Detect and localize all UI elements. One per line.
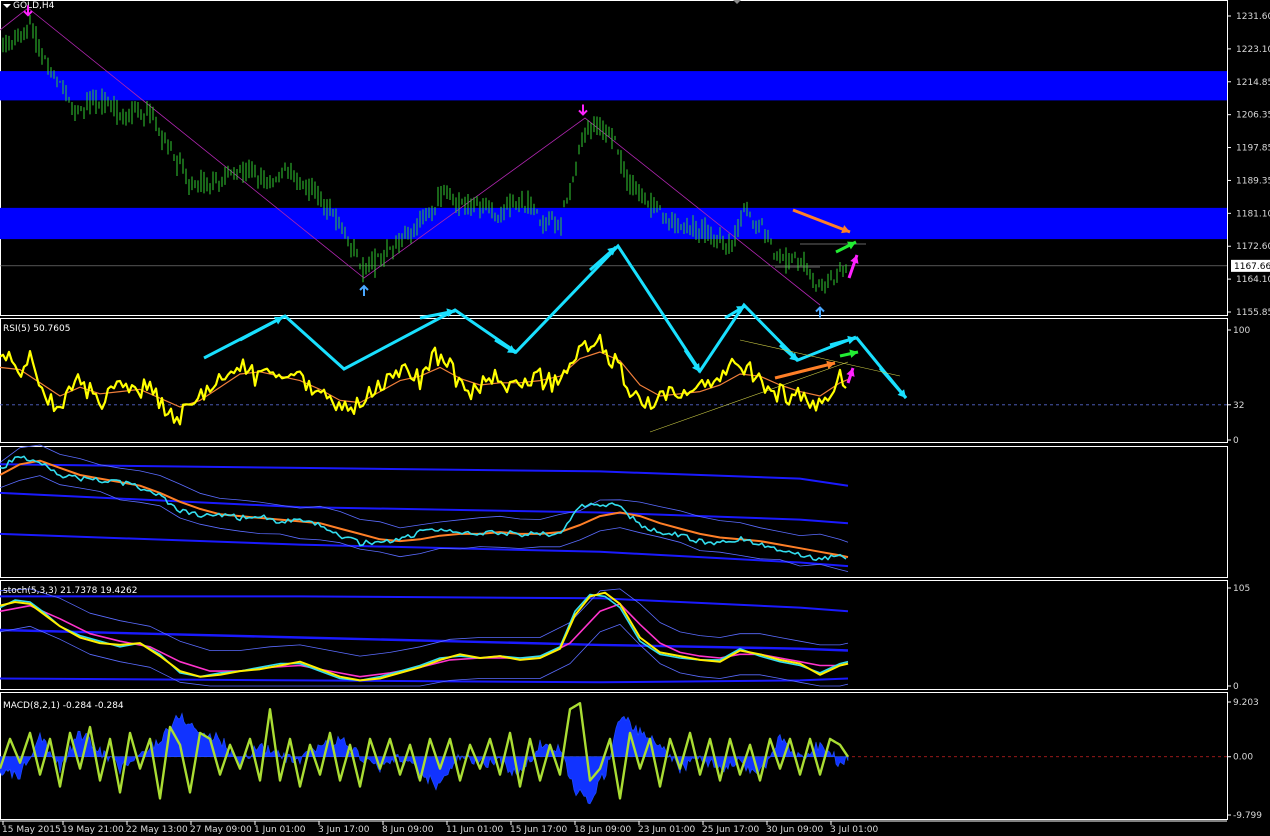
top-marker-icon — [733, 0, 741, 4]
macd-tick-label: 0.00 — [1233, 753, 1253, 763]
stoch-tick-label: 105 — [1233, 584, 1250, 594]
symbol-label: GOLD,H4 — [13, 1, 55, 11]
symbol-dropdown-icon — [3, 4, 11, 8]
macd-histogram — [0, 712, 849, 805]
time-tick-label: 8 Jun 09:00 — [382, 825, 434, 835]
time-tick-label: 25 Jun 17:00 — [702, 825, 759, 835]
time-tick-label: 23 Jun 01:00 — [638, 825, 695, 835]
price-tick-label: 1197.85 — [1236, 144, 1270, 154]
trading-chart: GOLD,H4 RSI(5) 50.7605 MACD(8,2,1) -0.28… — [0, 0, 1270, 835]
stoch-title: stoch(5,3,3) 21.7378 19.4262 — [3, 586, 137, 596]
macd-tick-label: -9.799 — [1233, 811, 1262, 821]
price-tick-label: 1206.35 — [1236, 111, 1270, 121]
supply-demand-zone — [0, 207, 1227, 240]
rsi-title: RSI(5) 50.7605 — [3, 324, 70, 334]
stoch-tick-label: 0 — [1233, 682, 1239, 692]
price-tick-label: 1164.10 — [1236, 275, 1270, 285]
ma-envelope-upper — [0, 444, 849, 543]
time-tick-label: 1 Jun 01:00 — [254, 825, 306, 835]
up-arrow-icon — [815, 306, 825, 318]
price-tick-label: 1223.10 — [1236, 45, 1270, 55]
current-price-label: 1167.66 — [1234, 262, 1270, 272]
rsi-tick-label: 0 — [1233, 436, 1239, 446]
time-tick-label: 18 Jun 09:00 — [574, 825, 631, 835]
stoch-k-line — [0, 591, 849, 682]
time-tick-label: 3 Jun 17:00 — [318, 825, 370, 835]
macd-title: MACD(8,2,1) -0.284 -0.284 — [3, 701, 124, 711]
price-tick-label: 1181.10 — [1236, 209, 1270, 219]
time-tick-label: 3 Jul 01:00 — [830, 825, 879, 835]
supply-demand-zone — [0, 71, 1227, 101]
pane-frame — [0, 0, 1228, 316]
zigzag-line — [0, 7, 821, 306]
price-tick-label: 1231.60 — [1236, 12, 1270, 22]
stoch-band-lower — [0, 677, 849, 684]
up-arrow-icon — [359, 284, 369, 297]
pane-frame — [0, 318, 1228, 443]
rsi-tick-label: 32 — [1233, 401, 1244, 411]
rsi-line — [0, 333, 847, 426]
time-tick-label: 27 May 09:00 — [190, 825, 252, 835]
ma-envelope-lower — [0, 475, 849, 572]
stoch-band-mid — [0, 628, 849, 652]
price-tick-label: 1155.85 — [1236, 308, 1270, 318]
time-tick-label: 30 Jun 09:00 — [766, 825, 823, 835]
macd-signal-line — [0, 702, 849, 800]
macd-tick-label: 9.203 — [1233, 698, 1259, 708]
time-tick-label: 11 Jun 01:00 — [446, 825, 503, 835]
cyan-wave-line — [203, 243, 857, 374]
price-tick-label: 1189.35 — [1236, 176, 1270, 186]
price-close-line — [0, 455, 847, 562]
orange-arrow-icon — [774, 361, 836, 380]
rsi-trend-line — [739, 339, 901, 377]
ma-band-mid — [0, 491, 849, 525]
time-tick-label: 15 May 2015 — [2, 825, 61, 835]
down-arrow-icon — [578, 104, 588, 116]
price-tick-label: 1214.85 — [1236, 78, 1270, 88]
time-tick-label: 15 Jun 17:00 — [510, 825, 567, 835]
time-tick-label: 19 May 21:00 — [62, 825, 124, 835]
stoch-band-upper — [0, 595, 849, 613]
time-tick-label: 22 May 13:00 — [126, 825, 188, 835]
price-tick-label: 1172.60 — [1236, 242, 1270, 252]
rsi-tick-label: 100 — [1233, 326, 1250, 336]
